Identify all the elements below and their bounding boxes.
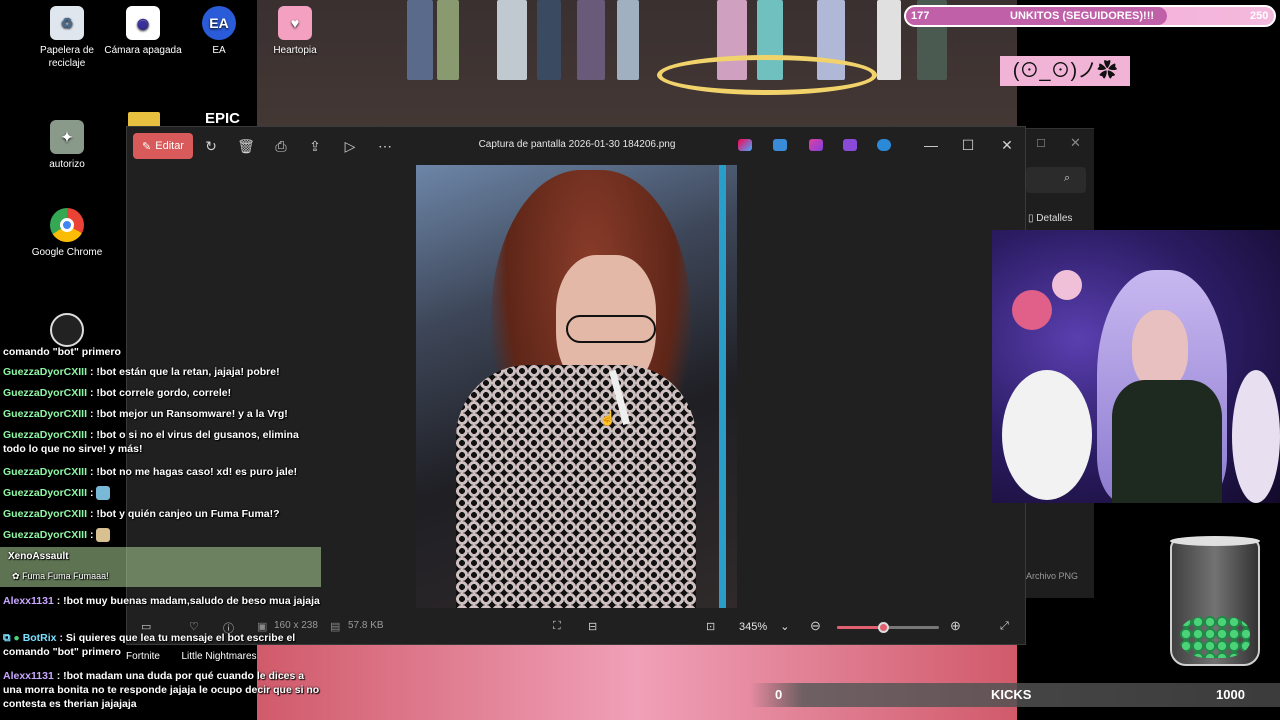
edit-button[interactable]: ✎ Editar [133, 133, 193, 159]
chat-username: GuezzaDyorCXIII [3, 408, 88, 420]
desktop-icon-camera[interactable]: ◉ Cámara apagada [103, 6, 183, 57]
follower-goal-title: UNKITOS (SEGUIDORES)!!! [1010, 10, 1155, 22]
redeem-username: XenoAssault [8, 551, 69, 562]
video-editor-icon[interactable] [843, 139, 857, 151]
zoom-out-icon[interactable]: ⊖ [810, 618, 821, 634]
edit-icon: ✎ [142, 140, 152, 153]
ea-icon: EA [202, 6, 236, 40]
maximize-icon[interactable]: ☐ [1036, 137, 1046, 150]
share-icon[interactable]: ⇪ [304, 136, 326, 156]
chat-message: Alexx1131 : !bot muy buenas madam,saludo… [3, 595, 320, 607]
chat-message: comando "bot" primero [3, 346, 121, 358]
onedrive-icon[interactable] [877, 139, 891, 151]
kicks-goal-bar: 0 KICKS 1000 [750, 683, 1280, 707]
zoom-in-icon[interactable]: ⊕ [950, 618, 961, 634]
viewer-toolbar: ✎ Editar ↻ 🗑 ⎙ ⇪ ▷ ⋯ Captura de pantalla … [127, 127, 1027, 165]
epic-games-icon[interactable]: EPIC [205, 110, 240, 127]
kicks-goal: 1000 [1216, 687, 1245, 702]
halo-shape [657, 55, 877, 95]
search-input[interactable]: ⌕ [1026, 167, 1086, 193]
desktop-icon-recycle-bin[interactable]: ♻ Papelera de reciclaje [27, 6, 107, 70]
chat-message: GuezzaDyorCXIII : !bot no me hagas caso!… [3, 466, 298, 478]
file-type-label: Archivo PNG [1026, 571, 1079, 581]
hand-cursor-icon: ☝ [599, 410, 617, 426]
clipchamp-icon[interactable] [809, 139, 823, 151]
chat-username: GuezzaDyorCXIII [3, 366, 88, 378]
chat-message: GuezzaDyorCXIII : !bot mejor un Ransomwa… [3, 408, 288, 420]
chat-overlay: comando "bot" primero GuezzaDyorCXIII : … [0, 340, 325, 720]
chat-message: GuezzaDyorCXIII : [3, 486, 321, 501]
zoom-slider[interactable] [837, 622, 939, 633]
emote-icon [96, 528, 111, 543]
desktop-icon-autorizo[interactable]: ✦ autorizo [27, 120, 107, 171]
more-options-icon[interactable]: ⋯ [374, 136, 396, 156]
chat-username: GuezzaDyorCXIII [3, 487, 88, 499]
delete-icon[interactable]: 🗑 [235, 136, 257, 156]
file-size-icon: ▤ [330, 621, 341, 633]
kicks-jar [1170, 536, 1260, 666]
heartopia-icon: ♥ [278, 6, 312, 40]
follower-goal-target: 250 [1250, 10, 1269, 22]
photo-canvas[interactable]: ☝ [416, 165, 737, 608]
chat-message: GuezzaDyorCXIII : !bot o si no el virus … [3, 429, 299, 455]
zoom-dropdown[interactable]: 345% ⌄ [727, 616, 797, 638]
follower-goal-bar: 177 UNKITOS (SEGUIDORES)!!! 250 [904, 5, 1276, 27]
webcam-feed [992, 230, 1280, 503]
zoom-slider-fill [837, 626, 883, 629]
chat-username: GuezzaDyorCXIII [3, 429, 88, 441]
rotate-icon[interactable]: ↻ [200, 136, 222, 156]
chrome-icon [50, 208, 84, 242]
chevron-down-icon: ⌄ [780, 621, 790, 633]
chat-username: BotRix [22, 632, 57, 644]
emote-icon [96, 486, 111, 501]
slideshow-icon[interactable]: ▷ [339, 136, 361, 156]
fullscreen-icon[interactable]: ⤢ [1000, 620, 1009, 633]
maximize-icon[interactable]: ☐ [956, 135, 980, 155]
copilot-icon[interactable] [738, 139, 752, 151]
chat-message: GuezzaDyorCXIII : !bot y quién canjeo un… [3, 508, 280, 520]
minimize-icon[interactable]: — [919, 135, 943, 155]
redeem-message: ✿ Fuma Fuma Fumaaa! [12, 571, 109, 581]
kaomoji-banner: (⊙_⊙)ノ✿ [1000, 56, 1130, 86]
chat-username: GuezzaDyorCXIII [3, 387, 88, 399]
designer-icon[interactable] [773, 139, 787, 151]
redeem-highlight: XenoAssault ✿ Fuma Fuma Fumaaa! [0, 547, 321, 587]
desktop-icon-ea[interactable]: EA EA [179, 6, 259, 57]
search-icon: ⌕ [1064, 172, 1071, 184]
chat-username: GuezzaDyorCXIII [3, 508, 88, 520]
chat-message: GuezzaDyorCXIII : !bot están que la reta… [3, 366, 280, 378]
chat-username: Alexx1131 [3, 670, 54, 682]
chat-message: ⧉ ● BotRix : Si quieres que lea tu mensa… [3, 632, 296, 658]
chat-message: GuezzaDyorCXIII : !bot correle gordo, co… [3, 387, 232, 399]
follower-count: 177 [911, 10, 930, 22]
reward-icon: ✿ [12, 571, 20, 581]
close-icon[interactable]: ✕ [995, 135, 1019, 155]
window-title: Captura de pantalla 2026-01-30 184206.pn… [478, 139, 676, 150]
zoom-slider-thumb[interactable] [877, 622, 889, 633]
chat-username: Alexx1131 [3, 595, 54, 607]
details-button[interactable]: ▯ Detalles [1028, 213, 1072, 224]
check-badge-icon: ● [13, 632, 20, 644]
chat-message: GuezzaDyorCXIII : [3, 528, 321, 543]
chat-username: GuezzaDyorCXIII [3, 529, 88, 541]
text-scan-icon[interactable]: ⊟ [588, 620, 597, 633]
visual-search-icon[interactable]: ⛶ [553, 620, 561, 633]
chat-username: GuezzaDyorCXIII [3, 466, 88, 478]
close-icon[interactable]: ✕ [1070, 135, 1081, 151]
bot-badge-icon: ⧉ [3, 632, 11, 644]
camera-icon: ◉ [126, 6, 160, 40]
chat-message: Alexx1131 : !bot madam una duda por qué … [3, 670, 320, 710]
kicks-label: KICKS [991, 687, 1032, 702]
file-size: 57.8 KB [348, 620, 384, 631]
app-icon: ✦ [50, 120, 84, 154]
kicks-current: 0 [775, 687, 783, 702]
recycle-bin-icon: ♻ [50, 6, 84, 40]
print-icon[interactable]: ⎙ [270, 136, 292, 156]
desktop-icon-heartopia[interactable]: ♥ Heartopia [255, 6, 335, 57]
desktop-icon-chrome[interactable]: Google Chrome [27, 208, 107, 259]
fit-screen-icon[interactable]: ⊡ [706, 620, 715, 633]
